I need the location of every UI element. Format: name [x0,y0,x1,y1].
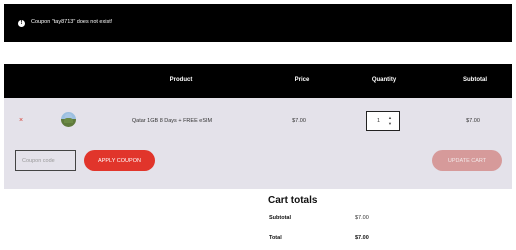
product-thumbnail[interactable] [61,112,76,127]
total-value: $7.00 [355,235,369,241]
notice-message: Coupon "tay8713" does not exist! [31,19,113,25]
total-label: Total [269,235,282,241]
header-price: Price [294,77,310,83]
item-price: $7.00 [292,118,306,124]
quantity-value[interactable]: 1 [377,118,380,124]
info-icon: ! [18,20,25,27]
chevron-down-icon[interactable]: ▼ [388,122,392,126]
item-subtotal: $7.00 [466,118,480,124]
cart-table-header: Product Price Quantity Subtotal [4,64,512,98]
product-name-link[interactable]: Qatar 1GB 8 Days + FREE eSIM [132,118,212,124]
header-product: Product [169,77,193,83]
cart-item-row: × Qatar 1GB 8 Days + FREE eSIM $7.00 1 ▲… [4,98,512,143]
apply-coupon-button[interactable]: APPLY COUPON [84,150,155,171]
cart-actions: APPLY COUPON UPDATE CART [4,143,512,189]
coupon-error-notice: ! Coupon "tay8713" does not exist! [4,4,512,42]
coupon-code-input[interactable] [15,150,76,171]
quantity-stepper[interactable]: 1 ▲ ▼ [366,111,400,131]
header-subtotal: Subtotal [463,77,487,83]
cart-totals-heading: Cart totals [268,195,318,206]
subtotal-label: Subtotal [269,215,291,221]
cart-totals: Cart totals Subtotal $7.00 Total $7.00 [268,195,369,241]
subtotal-value: $7.00 [355,215,369,221]
cart-table: Product Price Quantity Subtotal × Qatar … [4,64,512,189]
chevron-up-icon[interactable]: ▲ [388,116,392,120]
update-cart-button[interactable]: UPDATE CART [432,150,502,171]
remove-item-icon[interactable]: × [19,117,23,124]
header-quantity: Quantity [371,77,397,83]
